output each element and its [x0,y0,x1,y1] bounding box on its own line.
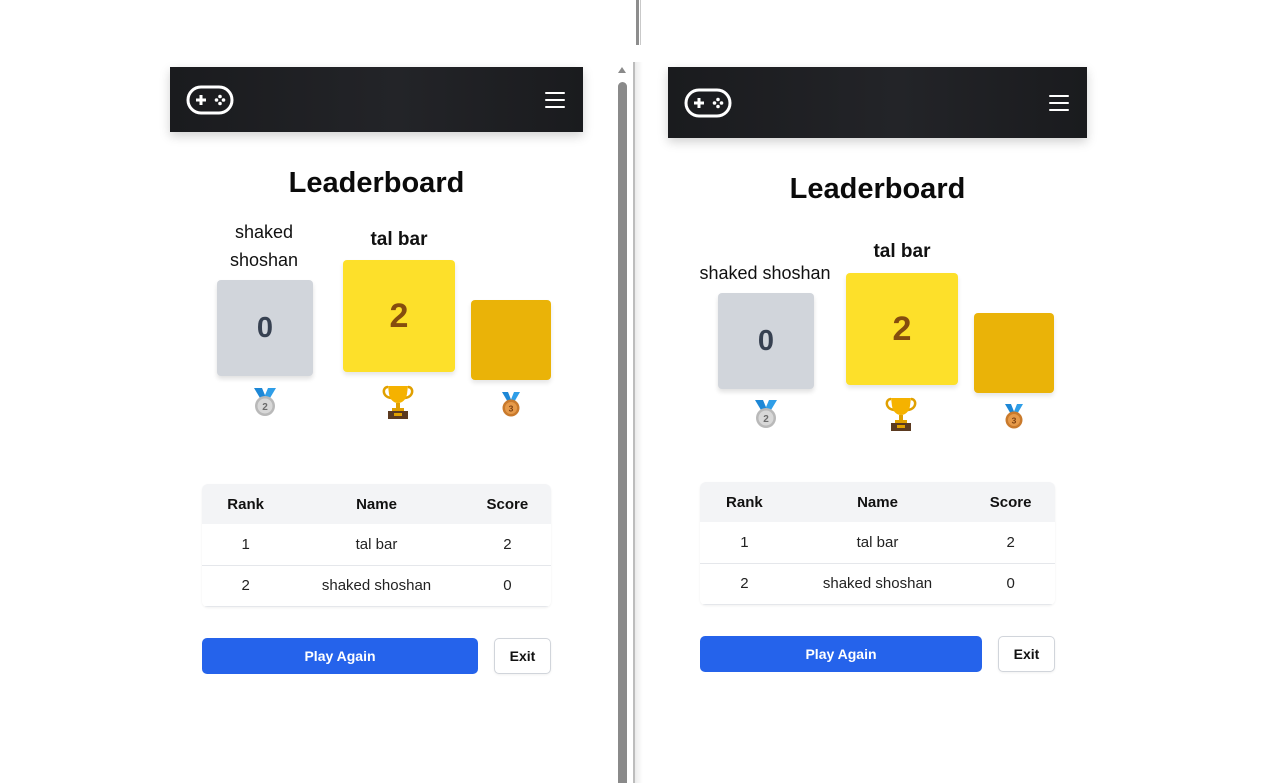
split-view-divider-shadow [635,62,643,783]
column-header-rank: Rank [227,495,264,513]
second-place-medal-icon: 2 [250,388,280,423]
exit-button[interactable]: Exit [494,638,551,674]
column-header-score: Score [989,493,1032,511]
podium: shaked shoshan 0 2 tal bar 2 3 [170,218,583,458]
cell-score: 0 [1006,575,1015,592]
hamburger-menu-icon[interactable] [1049,94,1069,111]
page-title: Leaderboard [789,173,966,205]
cell-name: shaked shoshan [822,575,933,592]
navbar [668,67,1087,138]
page-title: Leaderboard [288,167,465,199]
podium-second-block: 0 [718,293,814,389]
podium-first-block: 2 [846,273,958,385]
cell-rank: 2 [740,575,749,592]
left-leaderboard-view: Leaderboard shaked shoshan 0 2 tal bar 2 [170,67,583,783]
table-header-row: Rank Name Score [700,482,1055,522]
column-header-name: Name [857,493,898,511]
navbar [170,67,583,132]
third-place-medal-icon: 3 [499,392,523,423]
podium-first-block: 2 [343,260,455,372]
window-divider-top-highlight [640,0,641,45]
podium-third-block [974,313,1054,393]
scrollbar-thumb[interactable] [618,82,627,783]
play-again-button[interactable]: Play Again [700,636,982,672]
trophy-icon [382,384,414,425]
cell-score: 2 [1006,533,1015,551]
cell-name: shaked shoshan [321,577,432,594]
second-place-medal-icon: 2 [751,400,781,435]
trophy-icon [885,396,917,437]
cell-score: 2 [503,535,512,553]
podium-first-name: tal bar [370,229,428,250]
podium-first-score: 2 [389,296,409,335]
podium-third-block [471,300,551,380]
cell-name: tal bar [355,535,398,553]
svg-text:3: 3 [509,404,514,414]
table-row: 2 shaked shoshan 0 [202,565,551,606]
exit-button[interactable]: Exit [998,636,1055,672]
window-divider-top [636,0,639,45]
svg-text:3: 3 [1012,416,1017,426]
cell-rank: 1 [241,535,250,553]
podium-second-score: 0 [256,311,274,344]
podium-first-name: tal bar [873,241,931,262]
leaderboard-table: Rank Name Score 1 tal bar 2 2 shaked sho… [700,482,1055,605]
column-header-name: Name [356,495,397,513]
table-row: 2 shaked shoshan 0 [700,563,1055,604]
table-row: 1 tal bar 2 [202,524,551,565]
column-header-score: Score [486,495,529,513]
podium-second-name: shaked shoshan [699,263,831,283]
podium: shaked shoshan 0 2 tal bar 2 3 [668,224,1087,464]
hamburger-menu-icon[interactable] [545,91,565,108]
cell-rank: 2 [241,577,250,594]
cell-score: 0 [503,577,512,594]
podium-second-score: 0 [757,324,775,357]
svg-text:2: 2 [262,402,268,413]
table-header-row: Rank Name Score [202,484,551,524]
leaderboard-table: Rank Name Score 1 tal bar 2 2 shaked sho… [202,484,551,607]
table-row: 1 tal bar 2 [700,522,1055,563]
scroll-up-arrow-icon[interactable] [618,67,626,73]
podium-second-name: shaked shoshan [229,222,299,270]
gamepad-icon[interactable] [186,85,234,115]
third-place-medal-icon: 3 [1002,404,1026,435]
podium-first-score: 2 [892,309,912,348]
svg-text:2: 2 [763,414,769,425]
gamepad-icon[interactable] [684,88,732,118]
right-leaderboard-view: Leaderboard shaked shoshan 0 2 tal bar 2 [668,67,1087,783]
podium-second-block: 0 [217,280,313,376]
play-again-button[interactable]: Play Again [202,638,478,674]
column-header-rank: Rank [726,493,763,511]
cell-rank: 1 [740,533,749,551]
cell-name: tal bar [856,533,899,551]
